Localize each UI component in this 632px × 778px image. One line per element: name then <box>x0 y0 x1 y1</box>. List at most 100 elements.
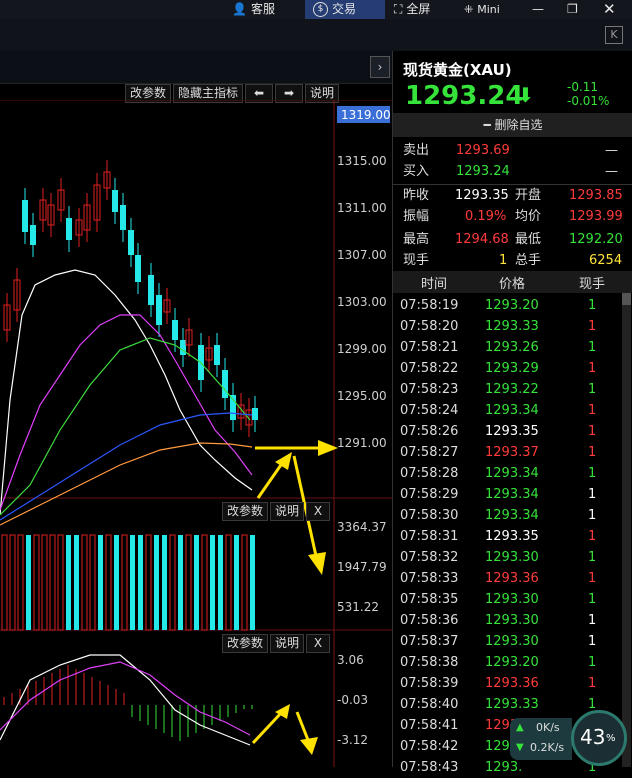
trade-time: 07:58:36 <box>400 613 459 628</box>
ask-label: 卖出 <box>403 143 430 158</box>
fullscreen-icon: ⛶ <box>394 2 403 16</box>
kline-chart[interactable] <box>0 100 392 767</box>
trade-vol: 1 <box>588 361 597 376</box>
volume-bar <box>81 534 88 631</box>
volume-bar <box>49 534 56 631</box>
trade-row: 07:58:20 1293.33 1 <box>393 316 621 337</box>
volume-bar <box>185 534 192 631</box>
stats-row-4: 现手 1 总手 6254 <box>393 250 632 271</box>
amplitude-value: 0.19% <box>465 209 507 224</box>
macd-params-button[interactable]: 改参数 <box>222 634 269 653</box>
chart-header <box>0 51 392 84</box>
volume-bar <box>98 535 103 630</box>
trade-button[interactable]: $ 交易 <box>305 0 385 19</box>
trade-time: 07:58:29 <box>400 487 459 502</box>
volume-bar <box>114 535 119 630</box>
trade-vol: 1 <box>588 424 597 439</box>
volume-params-button[interactable]: 改参数 <box>222 502 269 521</box>
prev-close: 1293.35 <box>455 188 509 203</box>
close-window-button[interactable]: ✕ <box>603 0 616 19</box>
trades-header: 时间 价格 现手 <box>393 271 632 293</box>
trade-row: 07:58:33 1293.36 1 <box>393 568 621 589</box>
volume-tick: 531.22 <box>337 600 379 614</box>
trade-vol: 1 <box>588 487 597 502</box>
restore-button[interactable]: ❐ <box>567 0 578 19</box>
memory-percent: 43 <box>580 725 606 749</box>
trade-time: 07:58:32 <box>400 550 459 565</box>
trade-vol: 1 <box>588 508 597 523</box>
trade-price: 1293.35 <box>485 529 539 544</box>
kline-toggle-icon[interactable]: K <box>605 26 623 44</box>
remove-watch-button[interactable]: ━ 删除自选 <box>393 113 632 137</box>
macd-tick: 3.06 <box>337 653 364 667</box>
trade-price: 1293.33 <box>485 697 539 712</box>
trade-vol: 1 <box>588 529 597 544</box>
trade-price: 1293.20 <box>485 298 539 313</box>
price-tick: 1299.00 <box>337 342 387 356</box>
arrow-down-icon: ⬇ <box>517 83 534 107</box>
trade-price: 1293.30 <box>485 634 539 649</box>
amplitude-label: 振幅 <box>403 209 430 224</box>
last-price: 1293.24 <box>405 81 524 111</box>
network-speed-widget[interactable]: ▲ 0K/s ▼ 0.2K/s <box>510 718 572 760</box>
trade-row: 07:58:31 1293.35 1 <box>393 526 621 547</box>
volume-bar <box>57 534 64 631</box>
trade-row: 07:58:38 1293.20 1 <box>393 652 621 673</box>
trade-vol: 1 <box>588 592 597 607</box>
minimize-icon: — <box>532 2 544 16</box>
open-label: 开盘 <box>515 188 542 203</box>
volume-close-button[interactable]: X <box>306 502 331 521</box>
trade-vol: 1 <box>588 403 597 418</box>
low-label: 最低 <box>515 232 542 247</box>
trade-row: 07:58:24 1293.34 1 <box>393 400 621 421</box>
sub-toolbar <box>0 19 632 52</box>
trade-price: 1293.35 <box>485 424 539 439</box>
macd-close-button[interactable]: X <box>306 634 331 653</box>
chevron-right-icon[interactable]: › <box>370 56 390 78</box>
trade-price: 1293.37 <box>485 445 539 460</box>
trade-time: 07:58:23 <box>400 382 459 397</box>
mini-label: Mini <box>477 3 500 16</box>
price-change: -0.11 <box>567 80 599 94</box>
trade-price: 1293.29 <box>485 361 539 376</box>
trade-time: 07:58:37 <box>400 634 459 649</box>
trade-row: 07:58:21 1293.26 1 <box>393 337 621 358</box>
trade-row: 07:58:32 1293.30 1 <box>393 547 621 568</box>
volume-help-button[interactable]: 说明 <box>270 502 305 521</box>
service-button[interactable]: 👤 客服 <box>232 0 275 19</box>
volume-bar <box>154 535 159 630</box>
macd-help-button[interactable]: 说明 <box>270 634 305 653</box>
trade-time: 07:58:26 <box>400 424 459 439</box>
price-tick: 1307.00 <box>337 248 387 262</box>
trades-scrollbar-thumb[interactable] <box>622 293 631 305</box>
memory-gauge[interactable]: 43 % <box>571 710 627 766</box>
volume-tick: 3364.37 <box>337 520 387 534</box>
remove-watch-label: 删除自选 <box>494 118 543 132</box>
prev-close-label: 昨收 <box>403 188 430 203</box>
macd-tick: -3.12 <box>337 733 369 747</box>
service-label: 客服 <box>250 2 275 16</box>
trade-row: 07:58:22 1293.29 1 <box>393 358 621 379</box>
volume-bar <box>26 535 31 630</box>
cur-vol-label: 现手 <box>403 253 430 268</box>
fullscreen-button[interactable]: ⛶ 全屏 <box>394 0 430 19</box>
stats-row-1: 昨收 1293.35 开盘 1293.85 <box>393 185 632 206</box>
avg-label: 均价 <box>515 209 542 224</box>
macd-toolbar: 改参数 说明 X <box>220 634 331 653</box>
trade-time: 07:58:33 <box>400 571 459 586</box>
price-change-pct: -0.01% <box>567 94 610 108</box>
mini-button[interactable]: ⁜ Mini <box>464 0 500 19</box>
trade-row: 07:58:27 1293.37 1 <box>393 442 621 463</box>
trade-price: 1293. <box>485 760 523 775</box>
volume-bar <box>210 535 215 630</box>
ask-vol: — <box>605 143 618 158</box>
volume-bar <box>105 534 112 631</box>
minimize-button[interactable]: — <box>532 0 544 19</box>
volume-bar <box>162 535 167 630</box>
volume-bar <box>234 535 239 630</box>
volume-bar <box>250 535 255 630</box>
trade-time: 07:58:35 <box>400 592 459 607</box>
trade-row: 07:58:35 1293.30 1 <box>393 589 621 610</box>
trades-scrollbar[interactable] <box>622 293 631 767</box>
upload-icon: ▲ <box>516 722 524 733</box>
